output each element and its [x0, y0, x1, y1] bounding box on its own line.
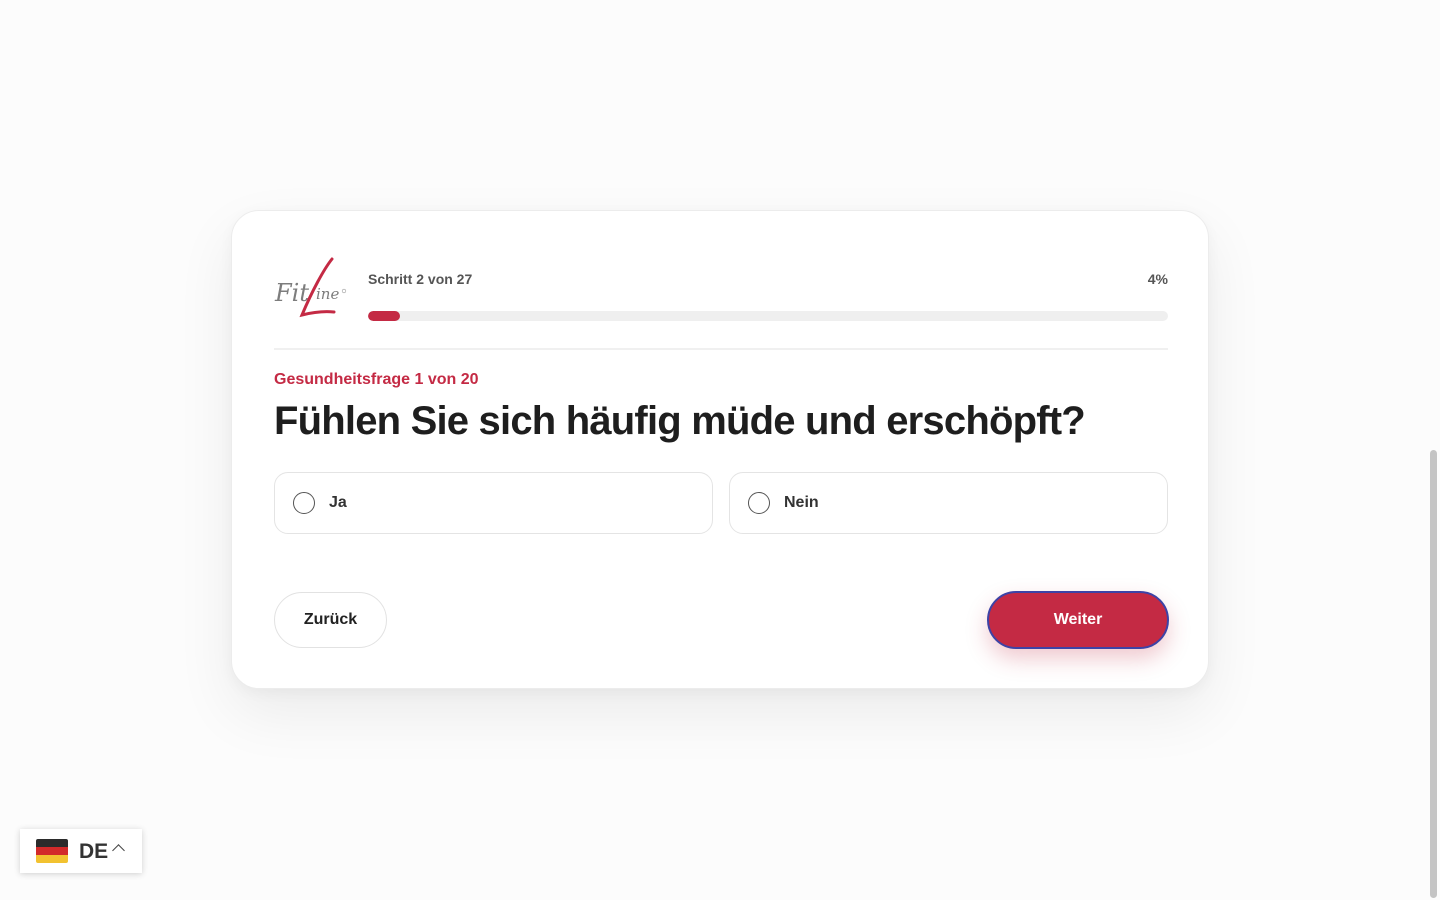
card-header: Fit ine Schritt 2 von 27 4% [274, 257, 1168, 321]
next-button[interactable]: Weiter [987, 591, 1169, 649]
question-counter: Gesundheitsfrage 1 von 20 [274, 371, 479, 388]
progress-percent: 4% [1147, 271, 1168, 287]
svg-text:Fit: Fit [274, 279, 309, 307]
questionnaire-card: Fit ine Schritt 2 von 27 4% Gesundheitsf… [231, 210, 1209, 689]
question-title: Fühlen Sie sich häufig müde und erschöpf… [274, 399, 1086, 443]
fitline-logo: Fit ine [274, 257, 347, 318]
header-divider [274, 348, 1168, 350]
answer-label-nein: Nein [784, 494, 819, 511]
back-button[interactable]: Zurück [274, 592, 387, 648]
progress-bar [368, 311, 1168, 321]
answer-options: Ja Nein [274, 472, 1168, 534]
page: Fit ine Schritt 2 von 27 4% Gesundheitsf… [0, 0, 1440, 900]
radio-ja[interactable] [293, 492, 315, 514]
answer-option-ja[interactable]: Ja [274, 472, 713, 534]
radio-nein[interactable] [748, 492, 770, 514]
language-selector[interactable]: DE [20, 829, 142, 873]
answer-option-nein[interactable]: Nein [729, 472, 1168, 534]
language-code: DE [79, 840, 109, 863]
scrollbar[interactable] [1430, 450, 1437, 898]
svg-text:ine: ine [316, 285, 339, 303]
chevron-up-icon [112, 844, 125, 857]
germany-flag-icon [36, 839, 68, 863]
progress-bar-fill [368, 311, 400, 321]
step-label: Schritt 2 von 27 [368, 271, 473, 287]
answer-label-ja: Ja [329, 494, 347, 511]
